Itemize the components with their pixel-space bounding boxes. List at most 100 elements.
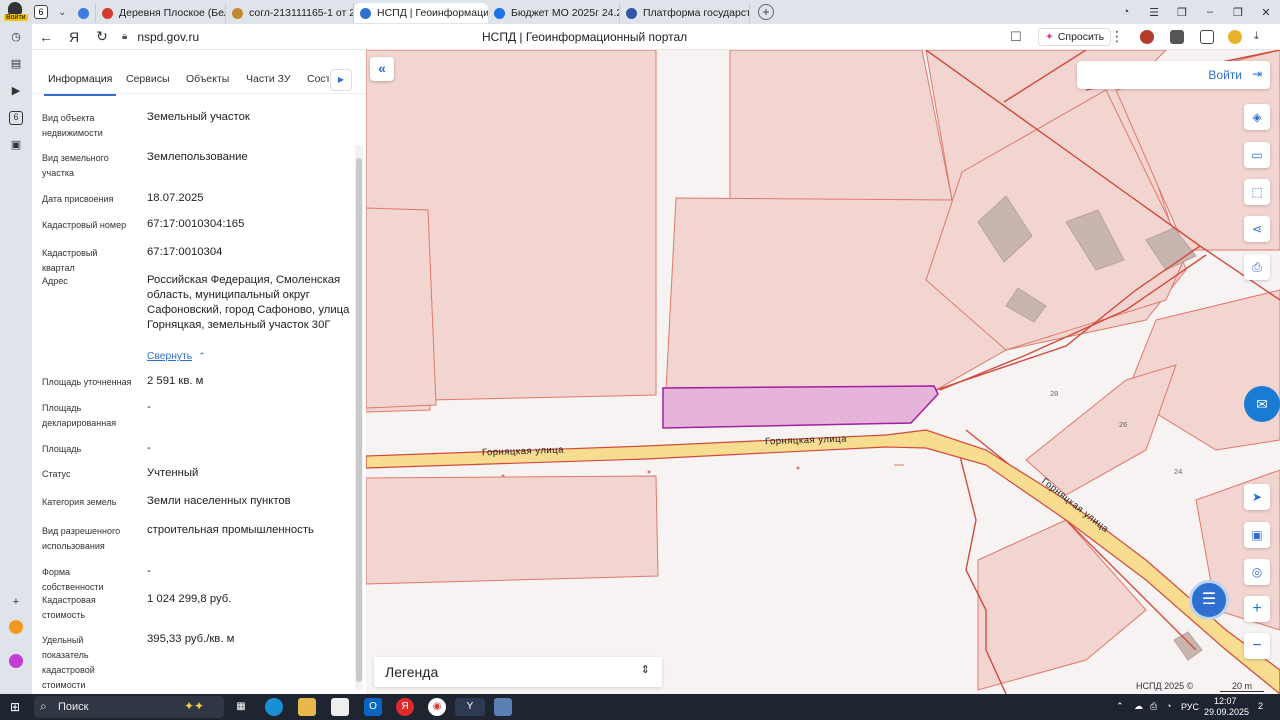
yandex-browser-icon[interactable]: Я [396, 698, 414, 716]
bookmark-icon[interactable]: ☐ [1010, 29, 1022, 45]
yandex-icon[interactable]: Я [60, 29, 88, 45]
locate-icon[interactable]: ➤ [1244, 484, 1270, 510]
app-icon[interactable] [9, 620, 23, 634]
collapse-label: Свернуть [147, 351, 193, 362]
back-icon[interactable]: ← [32, 29, 60, 45]
download-icon[interactable]: ⤓ [1254, 30, 1268, 44]
tab-services[interactable]: Сервисы [126, 73, 170, 85]
image-icon[interactable]: ▣ [9, 138, 23, 152]
layers-icon[interactable]: ◈ [1244, 104, 1270, 130]
geo-icon[interactable]: ◎ [1244, 559, 1270, 585]
six-icon[interactable]: 6 [9, 111, 23, 125]
explorer-icon[interactable] [298, 698, 316, 716]
tray-up-icon[interactable]: ⌃ [1116, 701, 1124, 712]
printer-icon[interactable]: ⎙ [1150, 701, 1157, 712]
close-window-icon[interactable]: ✕ [1252, 6, 1280, 19]
wifi-icon[interactable]: ◔ [1166, 701, 1171, 711]
bookmarks-icon[interactable]: ☰ [1140, 6, 1168, 19]
add-icon[interactable]: + [9, 596, 23, 610]
sparkle-icon: ✦ [1045, 31, 1054, 43]
taskbar-search[interactable]: ⌕ Поиск ✦✦ [34, 696, 224, 718]
survey-point [501, 474, 505, 478]
new-tab-icon[interactable]: + [758, 4, 774, 20]
tab-4[interactable]: Бюджет МО 2025г 24.2.2 [488, 3, 620, 23]
tab-objects[interactable]: Объекты [186, 73, 229, 85]
extension-icon[interactable] [1170, 30, 1184, 44]
store-icon[interactable] [331, 698, 349, 716]
tab-count-badge[interactable]: 6 [34, 5, 48, 19]
minimap-icon[interactable]: ▣ [1244, 522, 1270, 548]
user-icon[interactable]: ◔ [1112, 6, 1140, 18]
object-info-panel: Информация Сервисы Объекты Части ЗУ Сост… [32, 50, 366, 694]
notes-icon[interactable]: ▤ [9, 57, 23, 71]
network-icon[interactable]: ☁ [1134, 701, 1143, 712]
extension-icon[interactable] [1200, 30, 1214, 44]
chevron-down-icon[interactable]: ⌄ [58, 7, 74, 18]
ask-button[interactable]: ✦ Спросить [1038, 28, 1112, 46]
extension-icon[interactable] [1140, 30, 1154, 44]
globe-icon [360, 7, 371, 19]
outlook-icon[interactable]: O [364, 698, 382, 716]
parcels [366, 50, 1280, 691]
map-canvas[interactable]: Горняцкая улица Горняцкая улица Горняцка… [366, 50, 1280, 694]
globe-icon [494, 7, 505, 19]
sparkle-icon: ✦✦ [184, 699, 205, 713]
zoom-out-icon[interactable]: − [1244, 633, 1270, 659]
task-view-icon[interactable]: ▦ [232, 698, 250, 716]
minimize-icon[interactable]: – [1196, 6, 1224, 18]
login-label: Войти [1208, 68, 1242, 82]
field-label: Кадастровая стоимость [42, 595, 96, 620]
url-field[interactable]: nspd.gov.ru [137, 30, 199, 44]
tab-label: Деревня Плоское (Белен [119, 7, 225, 19]
alice-icon[interactable] [9, 654, 23, 668]
field-label: Статус [42, 469, 71, 479]
login-badge: Войти [4, 14, 28, 21]
chevron-right-icon[interactable]: ▶ [330, 69, 352, 91]
collapse-panel-button[interactable]: « [370, 57, 394, 81]
field-value: Землепользование [147, 151, 248, 163]
language-indicator[interactable]: РУС [1181, 702, 1199, 712]
tab-5[interactable]: Платформа государствен [620, 3, 750, 23]
help-icon[interactable]: ✉ [1244, 386, 1280, 422]
field-label: Вид земельного участка [42, 153, 109, 178]
map-layer [366, 50, 1280, 694]
reload-icon[interactable]: ↻ [88, 28, 116, 45]
field-value: 395,33 руб./кв. м [147, 633, 235, 645]
tab-2[interactable]: согл-213111165-1 от 29.0 [226, 3, 354, 23]
tab-1[interactable]: Деревня Плоское (Белен [96, 3, 226, 23]
tab-active[interactable]: НСПД | Геоинформаци✕ [354, 3, 488, 23]
clock-time[interactable]: 12:07 [1214, 696, 1237, 706]
yandex-profile-button[interactable]: Войти [0, 0, 30, 24]
scrollbar-thumb[interactable] [356, 158, 362, 682]
tab-composition[interactable]: Соста [307, 73, 329, 85]
ruler-icon[interactable]: ▭ [1244, 142, 1270, 168]
notification-count[interactable]: 2 [1258, 701, 1263, 711]
share-icon[interactable]: ⋖ [1244, 216, 1270, 242]
active-app-icon[interactable]: Y [455, 698, 485, 716]
zoom-in-icon[interactable]: + [1244, 596, 1270, 622]
tab-parts[interactable]: Части ЗУ [246, 73, 291, 85]
windows-icon[interactable]: ⊞ [10, 700, 24, 714]
tab-pinned[interactable] [74, 3, 96, 23]
play-icon[interactable]: ▶ [9, 84, 23, 98]
selected-parcel[interactable] [662, 385, 939, 429]
clock-date[interactable]: 29.09.2025 [1204, 707, 1249, 717]
edge-icon[interactable] [265, 698, 283, 716]
chat-icon[interactable]: ☰ [1189, 580, 1229, 620]
legend-bar[interactable]: Легенда ⇕ [374, 657, 662, 687]
history-icon[interactable]: ◷ [9, 30, 23, 44]
app-icon[interactable] [494, 698, 512, 716]
more-icon[interactable]: ⋮ [1110, 28, 1124, 45]
print-icon[interactable]: ⎙ [1244, 254, 1270, 280]
tab-information[interactable]: Информация [43, 73, 117, 96]
restore-icon[interactable]: ❐ [1224, 6, 1252, 19]
collapse-link[interactable]: Свернуть ⌃ [147, 351, 206, 362]
window-controls: ◔ ☰ ❐ – ❐ ✕ [1112, 0, 1280, 24]
lock-icon[interactable]: 🔒︎ [122, 31, 127, 42]
screen: { "tabstrip": { "login_badge": "Войти", … [0, 0, 1280, 720]
login-button[interactable]: Войти ⇥ [1077, 61, 1270, 89]
select-area-icon[interactable]: ⬚ [1244, 179, 1270, 205]
extension-icon[interactable] [1228, 30, 1242, 44]
collections-icon[interactable]: ❐ [1168, 6, 1196, 19]
app-icon[interactable]: ◉ [428, 698, 446, 716]
